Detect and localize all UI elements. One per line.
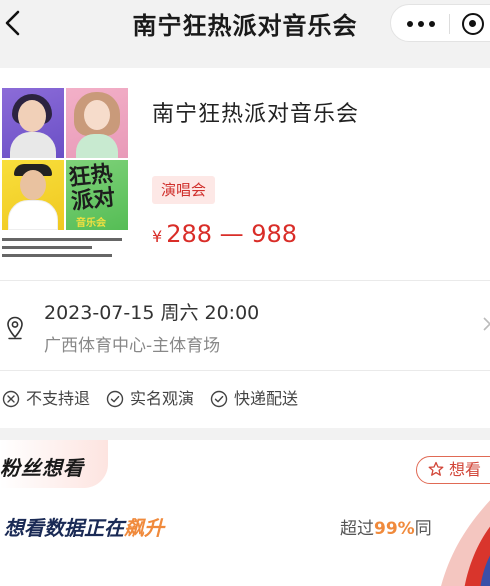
poster-sponsor-strip [2,234,128,260]
rising-hot: 飙升 [124,516,164,540]
check-circle-icon [106,390,124,408]
price-range: ¥288 — 988 [152,220,297,248]
capsule-divider [449,14,450,34]
face-shape [18,100,46,132]
close-target-icon[interactable] [462,13,484,35]
event-title: 南宁狂热派对音乐会 [152,102,360,127]
close-circle-icon [2,390,20,408]
currency-symbol: ¥ [152,227,163,246]
poster-logo-sub: 音乐会 [76,218,106,229]
policy-label: 实名观演 [130,389,195,408]
want-to-see-button[interactable]: 想看 [416,456,490,484]
category-tag: 演唱会 [152,176,216,204]
poster-panel-2 [66,88,128,158]
want-button-label: 想看 [449,460,482,479]
price-value: 288 — 988 [166,220,298,248]
over-suffix: 同 [414,519,432,539]
body-shape [8,200,58,230]
over-prefix: 超过 [340,519,374,539]
event-card: 狂热派对 音乐会 南宁狂热派对音乐会 演唱会 ¥288 — 988 2023-0… [0,68,490,428]
event-venue[interactable]: 广西体育中心-主体育场 [44,331,220,356]
body-shape [10,132,56,158]
over-percent-text: 超过99%同 [340,514,432,539]
rising-prefix: 想看数据正在 [4,516,124,540]
body-shape [76,134,118,158]
policy-real-name[interactable]: 实名观演 [106,388,194,410]
mini-program-capsule [390,4,490,42]
rising-banner: 想看数据正在飙升 [4,512,164,541]
over-percent: 99% [374,519,415,539]
face-shape [20,170,46,200]
fans-title: 粉丝想看 [0,456,84,480]
star-icon [428,461,444,476]
event-datetime[interactable]: 2023-07-15 周六 20:00 [44,298,259,325]
policy-label: 快递配送 [234,389,299,408]
chevron-right-icon[interactable] [482,316,490,332]
policy-label: 不支持退 [26,389,91,408]
nav-bar: 南宁狂热派对音乐会 [0,0,490,50]
poster-panel-4: 狂热派对 音乐会 [66,160,128,230]
more-dots-icon[interactable] [407,21,435,27]
poster-panel-3 [2,160,64,230]
poster-logo: 狂热派对 [67,161,117,215]
divider [0,370,490,371]
policy-express-delivery[interactable]: 快递配送 [210,388,298,410]
check-circle-icon [210,390,228,408]
poster-panel-1 [2,88,64,158]
face-shape [84,100,110,130]
fans-header-bg: 粉丝想看 [0,440,108,488]
location-pin-icon [7,316,23,340]
divider [0,280,490,281]
event-poster[interactable]: 狂热派对 音乐会 [0,88,132,264]
policy-no-refund[interactable]: 不支持退 [2,388,90,410]
fans-section: 粉丝想看 想看 想看数据正在飙升 超过99%同 [0,440,490,586]
